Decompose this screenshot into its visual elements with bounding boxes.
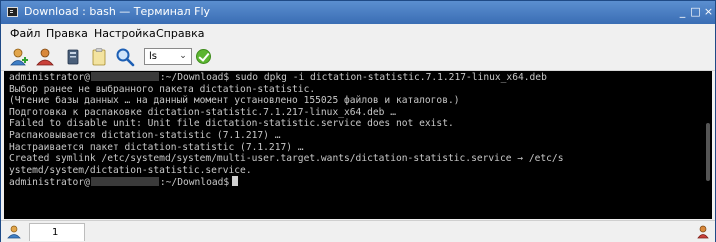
terminal-line: administrator@ :~/Download$ — [9, 176, 699, 188]
terminal-line: Настраивается пакет dictation-statistic … — [9, 141, 304, 153]
user-sessions-icon[interactable] — [35, 47, 55, 67]
window-title: Download : bash — Терминал Fly — [24, 5, 211, 18]
command-combo-value: ls — [149, 51, 157, 62]
redacted-hostname — [90, 72, 159, 81]
menu-edit[interactable]: Правка — [46, 27, 88, 40]
session-tab-bar: 1 — [1, 220, 715, 242]
terminal-output[interactable]: administrator@ :~/Download$ sudo dpkg -i … — [4, 71, 712, 219]
command-combo[interactable]: ls ⌄ — [144, 48, 192, 65]
terminal-app-icon — [7, 7, 18, 17]
command-text: :~/Download$ sudo dpkg -i dictation-stat… — [159, 72, 547, 83]
prompt-user: administrator@ — [9, 177, 90, 188]
session-tab[interactable]: 1 — [29, 223, 85, 241]
terminal-lines: administrator@ :~/Download$ sudo dpkg -i … — [9, 72, 699, 188]
terminal-line: ystemd/system/dictation-statistic.servic… — [9, 164, 252, 176]
ok-check-icon[interactable] — [196, 49, 211, 64]
menu-bar: Файл Правка Настройка Справка — [1, 24, 715, 43]
terminal-window: Download : bash — Терминал Fly _ □ × Фай… — [0, 0, 716, 242]
menu-settings[interactable]: Настройка — [94, 27, 156, 40]
terminal-line: (Чтение базы данных … на данный момент у… — [9, 95, 460, 107]
close-tab-icon[interactable] — [697, 225, 711, 239]
new-session-icon[interactable] — [9, 47, 29, 67]
terminal-line: Подготовка к распаковке dictation-statis… — [9, 106, 396, 118]
bookmark-icon[interactable] — [63, 47, 83, 67]
redacted-hostname — [90, 177, 159, 187]
clipboard-icon[interactable] — [89, 47, 109, 67]
menu-file[interactable]: Файл — [10, 27, 40, 40]
search-icon[interactable] — [115, 47, 135, 67]
title-bar[interactable]: Download : bash — Терминал Fly _ □ × — [1, 1, 715, 24]
terminal-line: Выбор ранее не выбранного пакета dictati… — [9, 83, 316, 95]
terminal-line: Распаковывается dictation-statistic (7.1… — [9, 129, 281, 141]
menu-help[interactable]: Справка — [156, 27, 204, 40]
close-button[interactable]: × — [701, 4, 716, 19]
toolbar: ls ⌄ — [1, 43, 715, 71]
session-tab-label: 1 — [52, 227, 59, 238]
text-cursor — [232, 176, 239, 187]
terminal-line: Failed to disable unit: Unit file dictat… — [9, 118, 454, 130]
prompt-path: :~/Download$ — [159, 177, 230, 188]
terminal-line: administrator@ :~/Download$ sudo dpkg -i … — [9, 72, 699, 84]
terminal-line: Created symlink /etc/systemd/system/mult… — [9, 153, 564, 165]
new-tab-icon[interactable] — [7, 225, 23, 239]
chevron-down-icon[interactable]: ⌄ — [177, 50, 189, 63]
terminal-scrollbar[interactable] — [706, 123, 710, 181]
prompt-user: administrator@ — [9, 72, 90, 83]
